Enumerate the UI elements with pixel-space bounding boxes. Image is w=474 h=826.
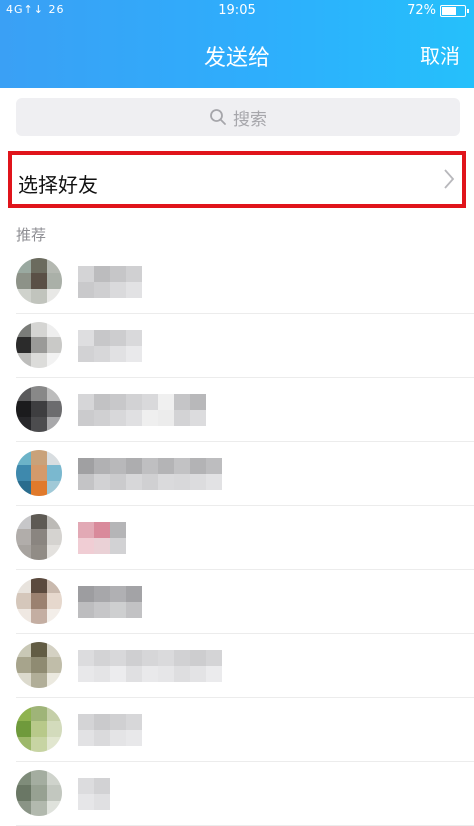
chevron-right-icon [444, 169, 455, 189]
select-friends-row[interactable]: 选择好友 [8, 151, 466, 208]
select-friends-label: 选择好友 [18, 173, 98, 197]
contact-row[interactable] [16, 698, 474, 762]
page-title: 发送给 [203, 46, 270, 71]
contact-name-pixelated [78, 458, 222, 490]
contact-name-pixelated [78, 714, 142, 746]
avatar [16, 642, 62, 688]
avatar [16, 578, 62, 624]
contact-name-pixelated [78, 522, 126, 554]
contact-name-pixelated [78, 586, 142, 618]
contact-row[interactable] [16, 314, 474, 378]
avatar [16, 706, 62, 752]
battery-icon [440, 4, 469, 17]
avatar [16, 322, 62, 368]
avatar [16, 514, 62, 560]
section-title-recommended: 推荐 [16, 226, 47, 244]
contact-row[interactable] [16, 570, 474, 634]
search-area: 搜索 [0, 88, 474, 144]
search-placeholder: 搜索 [233, 109, 267, 130]
app-header: 4G↑↓ 26 19:05 72% 发送给 取消 [0, 0, 474, 88]
avatar [16, 450, 62, 496]
battery-indicator: 72% [407, 3, 469, 18]
contact-row[interactable] [16, 506, 474, 570]
battery-percent: 72% [407, 3, 436, 18]
search-icon [210, 109, 226, 125]
contact-name-pixelated [78, 330, 142, 362]
contact-name-pixelated [78, 266, 142, 298]
contact-row[interactable] [16, 442, 474, 506]
status-time: 19:05 [218, 3, 256, 18]
contact-row[interactable] [16, 378, 474, 442]
cancel-button[interactable]: 取消 [420, 40, 460, 69]
avatar [16, 770, 62, 816]
contact-row[interactable] [16, 250, 474, 314]
contact-name-pixelated [78, 778, 110, 810]
contact-row[interactable] [16, 762, 474, 826]
contact-name-pixelated [78, 650, 222, 682]
status-bar: 4G↑↓ 26 19:05 72% [0, 0, 474, 22]
search-input[interactable]: 搜索 [16, 98, 460, 136]
contact-name-pixelated [78, 394, 206, 426]
contact-list [0, 250, 474, 826]
avatar [16, 258, 62, 304]
contact-row[interactable] [16, 634, 474, 698]
avatar [16, 386, 62, 432]
